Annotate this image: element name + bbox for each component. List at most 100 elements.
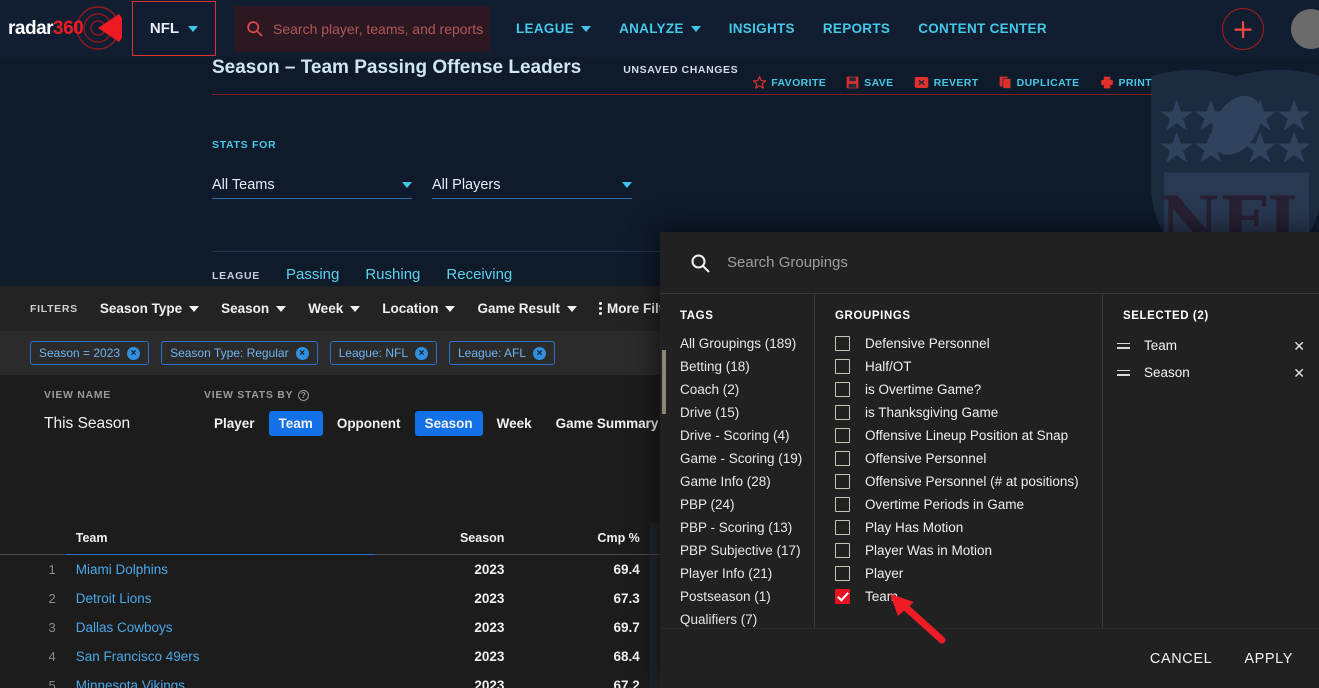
grouping-player[interactable]: Player xyxy=(815,562,1102,585)
col-team[interactable]: Team xyxy=(65,523,376,555)
remove-icon[interactable]: ✕ xyxy=(1293,366,1305,380)
cell-team[interactable]: Miami Dolphins xyxy=(66,555,375,585)
segment-opponent[interactable]: Opponent xyxy=(327,411,411,436)
cell-team[interactable]: San Francisco 49ers xyxy=(66,642,375,671)
tag-item-game-scoring[interactable]: Game - Scoring (19) xyxy=(660,447,814,470)
print-button[interactable]: PRINT xyxy=(1100,76,1153,89)
groupings-search-input[interactable]: Search Groupings xyxy=(660,232,1319,294)
filter-season[interactable]: Season xyxy=(221,301,287,316)
cancel-button[interactable]: CANCEL xyxy=(1150,651,1212,667)
close-icon[interactable]: × xyxy=(295,346,309,360)
grouping-is-thanksgiving-game[interactable]: is Thanksgiving Game xyxy=(815,401,1102,424)
segment-team[interactable]: Team xyxy=(268,411,323,436)
grouping-overtime-periods[interactable]: Overtime Periods in Game xyxy=(815,493,1102,516)
duplicate-button[interactable]: DUPLICATE xyxy=(999,76,1080,89)
nav-link-content-center[interactable]: CONTENT CENTER xyxy=(918,21,1047,36)
grouping-is-overtime-game[interactable]: is Overtime Game? xyxy=(815,378,1102,401)
teams-dropdown-value: All Teams xyxy=(212,177,275,193)
grouping-defensive-personnel[interactable]: Defensive Personnel xyxy=(815,332,1102,355)
grouping-offensive-personnel-positions[interactable]: Offensive Personnel (# at positions) xyxy=(815,470,1102,493)
apply-button[interactable]: APPLY xyxy=(1244,651,1293,667)
teams-dropdown[interactable]: All Teams xyxy=(212,177,412,199)
checkbox-icon[interactable] xyxy=(835,382,850,397)
checkbox-icon[interactable] xyxy=(835,497,850,512)
col-cmp-pct[interactable]: Cmp % xyxy=(514,523,650,555)
grouping-team[interactable]: Team xyxy=(815,585,1102,608)
tag-item-pbp-subjective[interactable]: PBP Subjective (17) xyxy=(660,539,814,562)
revert-button[interactable]: REVERT xyxy=(914,76,979,89)
grouping-offensive-lineup-position[interactable]: Offensive Lineup Position at Snap xyxy=(815,424,1102,447)
checkbox-icon[interactable] xyxy=(835,543,850,558)
grouping-player-was-in-motion[interactable]: Player Was in Motion xyxy=(815,539,1102,562)
tag-item-postseason[interactable]: Postseason (1) xyxy=(660,585,814,608)
close-icon[interactable]: × xyxy=(533,346,547,360)
cell-team[interactable]: Dallas Cowboys xyxy=(66,613,375,642)
nav-link-insights[interactable]: INSIGHTS xyxy=(729,21,795,36)
checkbox-icon[interactable] xyxy=(835,428,850,443)
remove-icon[interactable]: ✕ xyxy=(1293,339,1305,353)
cell-team[interactable]: Minnesota Vikings xyxy=(66,671,375,688)
tab-passing[interactable]: Passing xyxy=(286,266,339,283)
segment-season[interactable]: Season xyxy=(414,411,483,436)
cell-team[interactable]: Detroit Lions xyxy=(66,584,375,613)
checkbox-icon[interactable] xyxy=(835,405,850,420)
segment-player[interactable]: Player xyxy=(204,411,265,436)
app-logo[interactable]: radar360 xyxy=(0,0,130,57)
drag-handle-icon[interactable] xyxy=(1117,340,1130,352)
tags-scrollbar[interactable] xyxy=(662,350,666,414)
players-dropdown[interactable]: All Players xyxy=(432,177,632,199)
checkbox-icon[interactable] xyxy=(835,520,850,535)
segment-week[interactable]: Week xyxy=(487,411,542,436)
grouping-offensive-personnel[interactable]: Offensive Personnel xyxy=(815,447,1102,470)
cell-season: 2023 xyxy=(474,620,505,635)
segment-game-summary[interactable]: Game Summary xyxy=(546,411,669,436)
tag-item-pbp-scoring[interactable]: PBP - Scoring (13) xyxy=(660,516,814,539)
tag-item-all-groupings[interactable]: All Groupings (189) xyxy=(660,332,814,355)
checkbox-icon[interactable] xyxy=(835,336,850,351)
favorite-button[interactable]: FAVORITE xyxy=(753,76,826,89)
chip-season[interactable]: Season = 2023 × xyxy=(30,341,150,365)
col-season[interactable]: Season xyxy=(375,523,515,555)
checkbox-icon[interactable] xyxy=(835,451,850,466)
tag-item-drive[interactable]: Drive (15) xyxy=(660,401,814,424)
tag-item-player-info[interactable]: Player Info (21) xyxy=(660,562,814,585)
category-tabs-label: LEAGUE xyxy=(212,270,260,282)
filter-location[interactable]: Location xyxy=(382,301,456,316)
tab-rushing[interactable]: Rushing xyxy=(365,266,420,283)
checkbox-checked-icon[interactable] xyxy=(835,589,850,604)
cell-rank: 3 xyxy=(48,620,56,635)
tag-item-qualifiers[interactable]: Qualifiers (7) xyxy=(660,608,814,628)
league-selector[interactable]: NFL xyxy=(132,1,216,56)
checkbox-icon[interactable] xyxy=(835,474,850,489)
global-search-input[interactable]: Search player, teams, and reports xyxy=(234,5,490,52)
tag-item-drive-scoring[interactable]: Drive - Scoring (4) xyxy=(660,424,814,447)
filter-week[interactable]: Week xyxy=(308,301,361,316)
tag-item-game-info[interactable]: Game Info (28) xyxy=(660,470,814,493)
tag-item-betting[interactable]: Betting (18) xyxy=(660,355,814,378)
chip-league-nfl[interactable]: League: NFL × xyxy=(329,341,437,365)
app-root: radar360 NFL Search player, teams, and r… xyxy=(0,0,1319,688)
save-button[interactable]: SAVE xyxy=(846,76,893,89)
help-icon[interactable]: ? xyxy=(298,389,310,401)
selected-item-season[interactable]: Season ✕ xyxy=(1103,359,1319,386)
checkbox-icon[interactable] xyxy=(835,566,850,581)
grouping-play-has-motion[interactable]: Play Has Motion xyxy=(815,516,1102,539)
avatar[interactable] xyxy=(1291,9,1319,49)
close-icon[interactable]: × xyxy=(415,346,428,360)
filter-season-type[interactable]: Season Type xyxy=(100,301,200,316)
selected-item-team[interactable]: Team ✕ xyxy=(1103,332,1319,359)
checkbox-icon[interactable] xyxy=(835,359,850,374)
nav-link-analyze[interactable]: ANALYZE xyxy=(619,21,701,36)
nav-link-reports[interactable]: REPORTS xyxy=(823,21,890,36)
tag-item-pbp[interactable]: PBP (24) xyxy=(660,493,814,516)
filter-game-result[interactable]: Game Result xyxy=(477,301,577,316)
add-new-button[interactable]: + xyxy=(1222,8,1264,50)
grouping-half-ot[interactable]: Half/OT xyxy=(815,355,1102,378)
drag-handle-icon[interactable] xyxy=(1117,367,1130,379)
nav-link-league[interactable]: LEAGUE xyxy=(516,21,592,36)
tab-receiving[interactable]: Receiving xyxy=(446,266,512,283)
close-icon[interactable]: × xyxy=(127,346,141,360)
chip-season-type[interactable]: Season Type: Regular × xyxy=(161,341,318,365)
tag-item-coach[interactable]: Coach (2) xyxy=(660,378,814,401)
chip-league-afl[interactable]: League: AFL × xyxy=(449,341,556,365)
